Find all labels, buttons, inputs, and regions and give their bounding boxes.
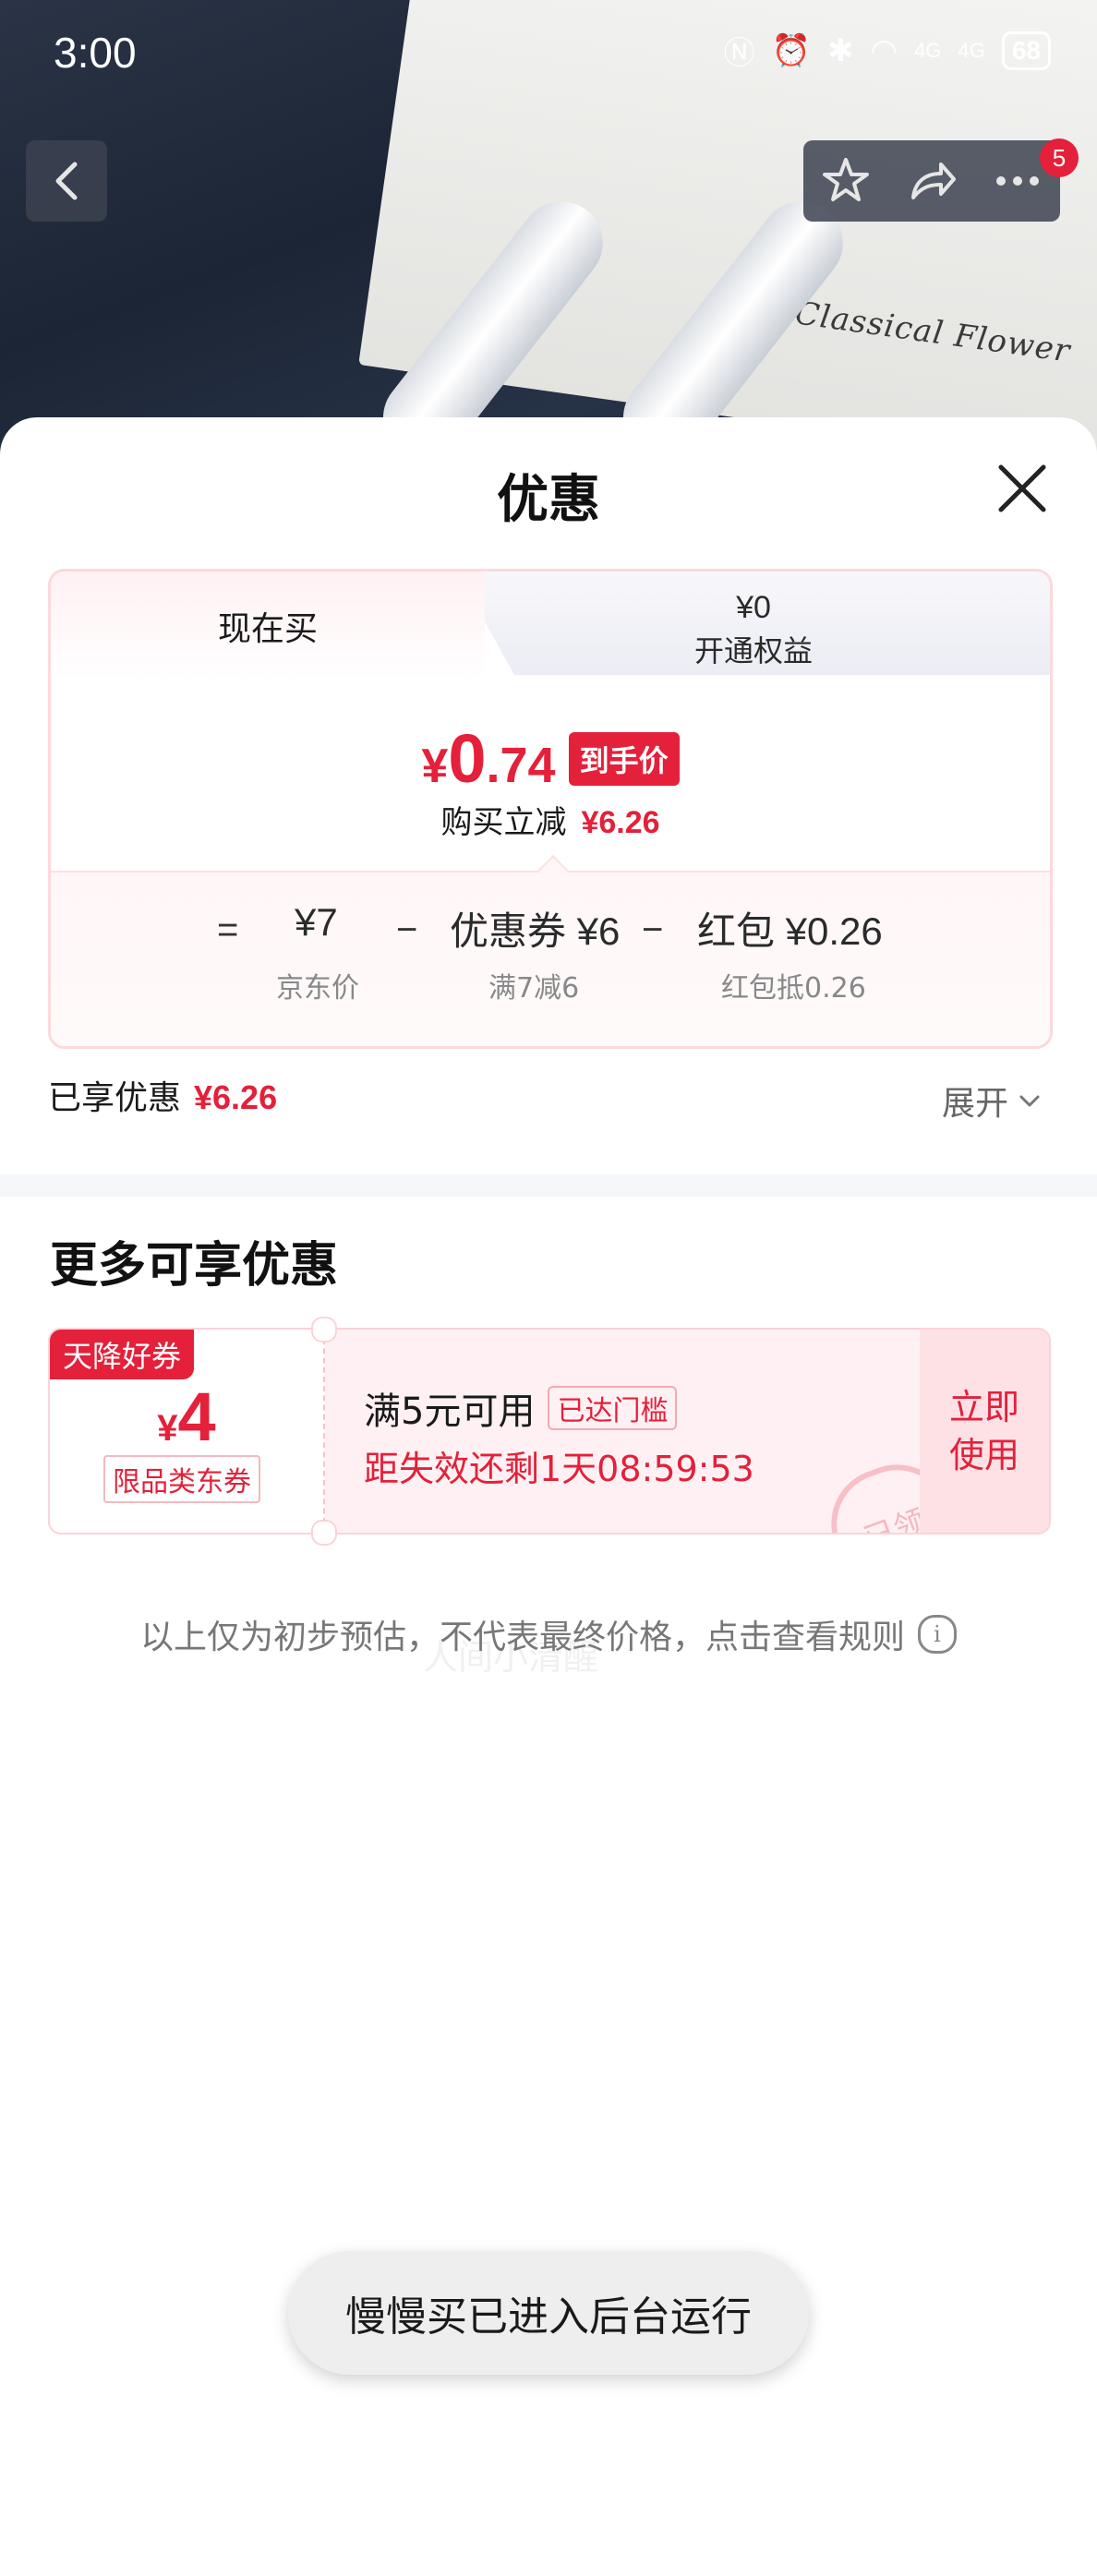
final-price-tag: 到手价 [568,731,680,786]
coupon-condition-text: 满5元可用 [364,1390,536,1433]
instant-reduction: 购买立减 ¥6.26 [51,797,1050,842]
info-icon[interactable]: i [918,1615,957,1654]
close-icon[interactable] [994,460,1051,517]
jd-price-value: ¥7 [295,900,338,944]
alarm-icon: ⏰ [771,32,811,68]
reduction-amount: ¥6.26 [581,805,660,840]
final-price: ¥0.74 [421,719,555,798]
more-icon[interactable] [992,155,1043,207]
minus-sign: − [642,909,664,950]
signal-icon: 4G [914,38,942,62]
final-price-currency: ¥ [421,740,449,793]
chevron-left-icon [55,162,78,200]
use-now-label: 立即使用 [948,1387,1019,1475]
status-icons: Ⓝ ⏰ ✱ ◠ 4G 4G 68 [724,28,1051,73]
coupon-amount: ¥4 [50,1378,323,1456]
equals-sign: = [217,909,239,950]
coupon-amount-number: 4 [177,1378,216,1455]
battery-icon: 68 [1001,30,1051,70]
coupon-card: 天降好券 ¥4 限品类东券 满5元可用 已达门槛 距失效还剩1天08:59:53… [48,1328,1051,1535]
section-divider [0,1174,1097,1197]
reduction-label: 购买立减 [440,804,567,841]
enjoyed-amount: ¥6.26 [194,1078,278,1116]
final-price-row: ¥0.74 到手价 [51,719,1050,798]
expand-label: 展开 [942,1085,1009,1123]
sheet-title: 优惠 [497,470,600,530]
enjoyed-discount: 已享优惠 ¥6.26 [48,1071,277,1119]
threshold-tag: 已达门槛 [548,1386,678,1430]
tab-member-benefits[interactable]: ¥0 开通权益 [457,572,1050,675]
nav-actions [803,140,1060,222]
toast-message: 慢慢买已进入后台运行 [288,2251,809,2375]
price-card: ¥0 开通权益 现在买 ¥0.74 到手价 购买立减 ¥6.26 = ¥7 京东价… [48,569,1053,1049]
bluetooth-icon: ✱ [826,32,854,68]
expand-button[interactable]: 展开 [942,1077,1045,1125]
final-price-decimal: .74 [486,738,556,793]
final-price-integer: 0 [448,720,487,797]
tab-member-label: 开通权益 [693,633,813,668]
notification-badge: 5 [1040,138,1079,177]
coupon-countdown: 距失效还剩1天08:59:53 [364,1449,754,1489]
status-bar: 3:00 Ⓝ ⏰ ✱ ◠ 4G 4G 68 [0,0,1097,102]
coupon-type: 限品类东券 [103,1455,260,1503]
jd-price-label: 京东价 [276,972,359,1005]
back-button[interactable] [26,140,107,222]
coupon-ribbon: 天降好券 [50,1330,195,1379]
coupon-value-area: 天降好券 ¥4 限品类东券 [50,1330,325,1533]
use-now-button[interactable]: 立即使用 [920,1330,1049,1533]
coupon-currency: ¥ [157,1408,178,1449]
status-time: 3:00 [54,29,137,77]
coupon-condition: 满5元可用 已达门槛 [364,1381,678,1435]
coupon-notch [311,1317,337,1342]
nfc-icon: Ⓝ [723,36,755,71]
more-offers-title: 更多可享优惠 [50,1238,339,1294]
tab-member-value: ¥0 [736,590,771,625]
signal-icon: 4G [958,38,985,62]
coupon-notch [311,1520,337,1546]
coupon-deduction-label: 满7减6 [488,972,580,1005]
tab-buy-now[interactable]: 现在买 [51,572,485,680]
wifi-icon: ◠ [870,32,898,68]
chevron-down-icon [1019,1095,1040,1107]
star-icon[interactable] [820,155,872,207]
coupon-deduction-value: 优惠券 ¥6 [450,909,621,953]
redpacket-label: 红包抵0.26 [721,972,866,1005]
price-breakdown: = ¥7 京东价 − 优惠券 ¥6 满7减6 − 红包 ¥0.26 红包抵0.2… [51,871,1050,1046]
share-icon[interactable] [906,155,958,207]
redpacket-value: 红包 ¥0.26 [697,909,883,953]
minus-sign: − [396,909,418,950]
disclaimer[interactable]: 以上仅为初步预估，不代表最终价格，点击查看规则 i [0,1610,1097,1658]
disclaimer-text: 以上仅为初步预估，不代表最终价格，点击查看规则 [139,1619,905,1656]
enjoyed-label: 已享优惠 [48,1079,182,1117]
